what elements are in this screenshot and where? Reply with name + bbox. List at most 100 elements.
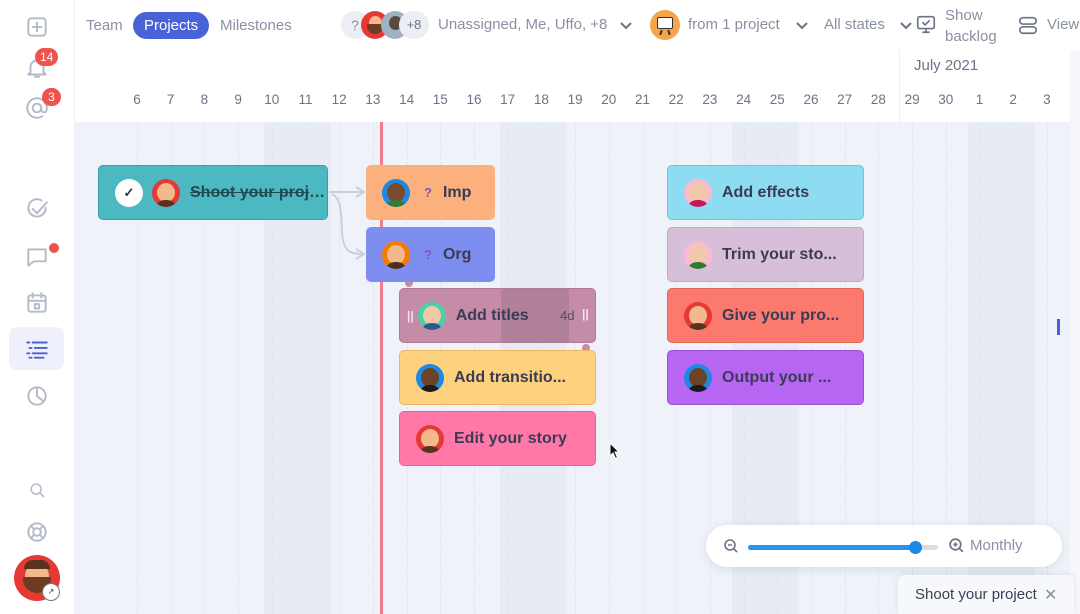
task-label: Org <box>442 245 472 263</box>
sidebar: 14 3 ↗ <box>0 0 75 614</box>
grid-line <box>339 122 341 614</box>
backlog-icon[interactable] <box>915 13 937 35</box>
timeline-icon[interactable] <box>20 332 54 366</box>
day-label: 2 <box>1009 92 1017 107</box>
avatar <box>382 178 410 207</box>
zoom-slider[interactable] <box>748 541 938 554</box>
tab-team[interactable]: Team <box>86 12 123 39</box>
task-label: Add titles <box>455 306 529 324</box>
task-card-add-effects[interactable]: Add effects <box>667 165 864 220</box>
people-avatars[interactable]: ? +8 <box>341 11 431 39</box>
day-label: 20 <box>601 92 617 107</box>
day-label: 1 <box>975 92 984 107</box>
tab-milestones[interactable]: Milestones <box>220 12 292 39</box>
avatar <box>684 301 712 330</box>
resize-handle-right[interactable]: || <box>582 307 589 321</box>
avatar <box>684 363 712 392</box>
task-label: Give your pro... <box>722 306 840 324</box>
selected-task-toast[interactable]: Shoot your project ✕ <box>898 575 1074 614</box>
more-people-count: +8 <box>399 11 429 39</box>
day-label: 6 <box>133 92 141 107</box>
mouse-cursor-icon <box>609 442 621 460</box>
day-label: 29 <box>904 92 920 107</box>
view-button[interactable]: View <box>1047 16 1079 33</box>
close-icon[interactable]: ✕ <box>1044 585 1057 605</box>
show-backlog-button[interactable]: Show backlog <box>945 5 997 47</box>
zoom-slider-knob[interactable] <box>909 541 923 554</box>
month-divider <box>899 50 900 122</box>
avatar <box>417 301 446 330</box>
avatar <box>684 240 712 269</box>
chevron-down-icon[interactable] <box>795 18 809 32</box>
show-backlog-line2: backlog <box>945 28 997 45</box>
checkmark-icon[interactable] <box>20 193 54 227</box>
day-label: 22 <box>668 92 684 107</box>
task-card-output-your[interactable]: Output your ... <box>667 350 864 405</box>
reports-icon[interactable] <box>20 379 54 413</box>
unknown-marker: ? <box>424 247 432 262</box>
help-lifebuoy-icon[interactable] <box>20 515 54 549</box>
chevron-down-icon[interactable] <box>619 18 633 32</box>
avatar <box>382 240 410 269</box>
task-label: Output your ... <box>722 368 832 386</box>
day-label: 30 <box>938 92 954 107</box>
project-icon <box>650 10 680 40</box>
status-icon[interactable]: ↗ <box>42 583 60 601</box>
chat-unread-dot <box>49 243 59 253</box>
task-card-edit-your-story[interactable]: Edit your story <box>399 411 596 466</box>
day-label: 21 <box>634 92 651 107</box>
day-label: 25 <box>769 92 785 107</box>
task-label: Add effects <box>722 183 810 201</box>
day-label: 26 <box>803 92 819 107</box>
day-label: 28 <box>870 92 886 107</box>
timeline-app: { "sidebar": { "notifications_badge": "1… <box>0 0 1080 614</box>
task-label: Imp <box>442 183 472 201</box>
unknown-marker: ? <box>424 185 432 200</box>
state-filter[interactable]: All states <box>824 16 885 33</box>
task-label: Add transitio... <box>454 368 566 386</box>
zoom-control: Monthly <box>706 525 1062 567</box>
day-label: 17 <box>500 92 516 107</box>
task-label: Trim your sto... <box>722 245 837 263</box>
task-label: Shoot your project <box>190 183 327 201</box>
zoom-out-icon[interactable] <box>723 538 739 554</box>
chevron-down-icon[interactable] <box>899 18 913 32</box>
show-backlog-line1: Show <box>945 7 983 24</box>
zoom-mode-label[interactable]: Monthly <box>970 537 1023 554</box>
mentions-badge: 3 <box>42 88 61 106</box>
task-card-shoot-your-project[interactable]: ✓ Shoot your project <box>98 165 328 220</box>
new-task-icon[interactable] <box>20 10 54 44</box>
toast-label: Shoot your project <box>915 586 1037 603</box>
month-label: July 2021 <box>914 57 979 74</box>
day-label: 15 <box>432 92 448 107</box>
zoom-slider-fill <box>748 545 916 550</box>
tab-projects[interactable]: Projects <box>133 12 210 39</box>
day-label: 10 <box>264 92 280 107</box>
zoom-in-icon[interactable] <box>948 537 965 554</box>
task-card-imp[interactable]: ? Imp <box>366 165 495 220</box>
day-label: 27 <box>837 92 853 107</box>
people-filter[interactable]: Unassigned, Me, Uffo, +8 <box>438 16 607 33</box>
search-icon[interactable] <box>20 473 54 507</box>
task-card-trim-your-story[interactable]: Trim your sto... <box>667 227 864 282</box>
day-label: 19 <box>567 92 583 107</box>
avatar <box>416 363 444 392</box>
notifications-badge: 14 <box>35 48 59 66</box>
grid-line <box>608 122 610 614</box>
task-card-org[interactable]: ? Org <box>366 227 495 282</box>
view-icon[interactable] <box>1017 14 1039 36</box>
task-card-give-your-project[interactable]: Give your pro... <box>667 288 864 343</box>
project-filter[interactable]: from 1 project <box>688 16 780 33</box>
day-label: 7 <box>166 92 175 107</box>
day-label: 3 <box>1043 92 1051 107</box>
day-label: 13 <box>365 92 381 107</box>
scroll-indicator[interactable] <box>1057 319 1060 335</box>
resize-handle-left[interactable]: || <box>407 309 414 323</box>
calendar-icon[interactable] <box>20 286 54 320</box>
done-check-icon[interactable]: ✓ <box>115 178 143 207</box>
day-label: 12 <box>331 92 347 107</box>
day-label: 16 <box>466 92 482 107</box>
task-card-add-titles[interactable]: || Add titles 4d || <box>399 288 596 343</box>
day-label: 14 <box>399 92 415 107</box>
task-card-add-transitions[interactable]: Add transitio... <box>399 350 596 405</box>
